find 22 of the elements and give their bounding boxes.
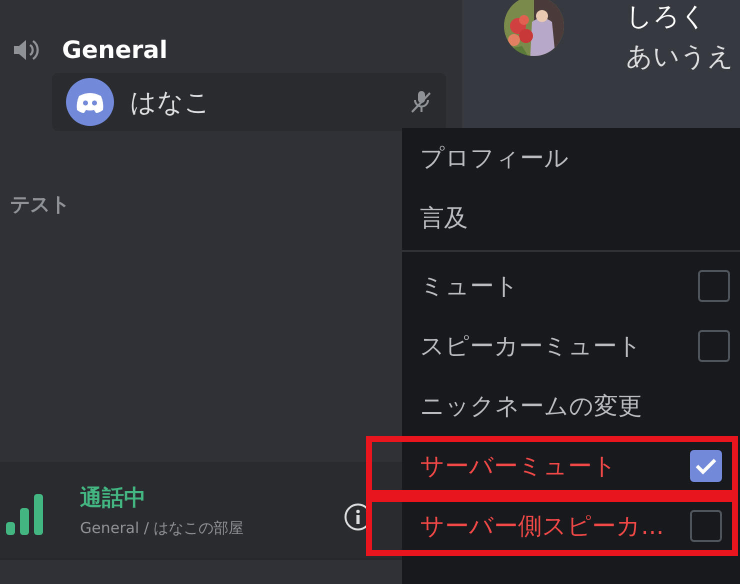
voice-member[interactable]: はなこ bbox=[52, 73, 446, 131]
signal-icon bbox=[4, 492, 46, 536]
menu-item[interactable]: サーバーミュート bbox=[420, 442, 732, 490]
member-name: はなこ bbox=[130, 86, 212, 120]
checkbox[interactable] bbox=[698, 270, 730, 302]
speaker-icon bbox=[12, 37, 40, 63]
checkbox[interactable] bbox=[698, 330, 730, 362]
menu-item[interactable]: サーバー側スピーカ... bbox=[420, 502, 732, 550]
menu-item[interactable]: プロフィール bbox=[420, 128, 740, 188]
menu-item[interactable]: ミュート bbox=[420, 256, 740, 316]
checkbox[interactable] bbox=[690, 510, 722, 542]
menu-item[interactable]: 言及 bbox=[420, 188, 740, 248]
menu-item[interactable]: ニックネームの変更 bbox=[420, 376, 740, 436]
check-icon bbox=[694, 456, 718, 476]
menu-item[interactable]: スピーカーミュート bbox=[420, 316, 740, 376]
message-text: あいうえ bbox=[626, 41, 734, 74]
avatar-icon bbox=[66, 78, 114, 126]
voice-connected-status: 通話中 bbox=[80, 484, 147, 512]
voice-location: General / はなこの部屋 bbox=[80, 518, 245, 538]
voice-channel-name[interactable]: General bbox=[62, 36, 168, 64]
checkbox[interactable] bbox=[690, 450, 722, 482]
message-author[interactable]: しろく bbox=[626, 2, 734, 32]
